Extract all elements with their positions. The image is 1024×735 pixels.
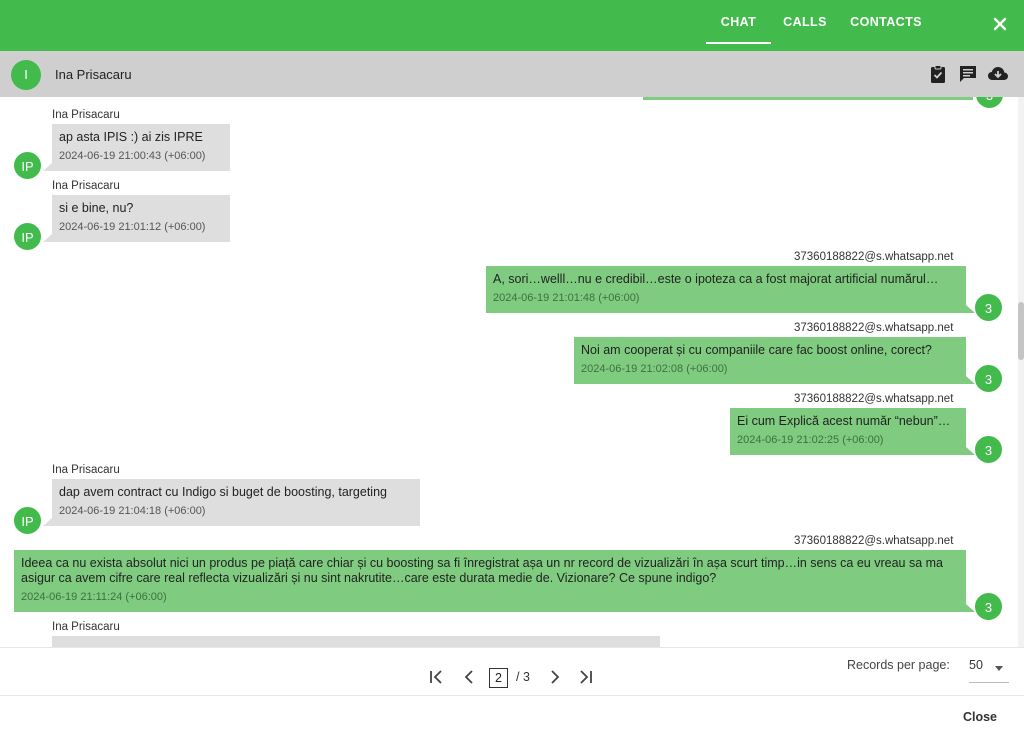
tab-chat[interactable]: CHAT [706, 0, 771, 44]
message-sender: Ina Prisacaru [52, 464, 120, 476]
message-text: dap avem contract cu Indigo si buget de … [59, 485, 387, 499]
scrollbar-track[interactable] [1018, 97, 1024, 647]
message-sender: Ina Prisacaru [52, 180, 120, 192]
message-timestamp: 2024-06-19 21:11:24 (+06:00) [21, 591, 167, 603]
message-bubble-partial [52, 636, 660, 647]
avatar: IP [13, 222, 42, 251]
avatar: 3 [974, 435, 1003, 464]
message-timestamp: 2024-06-19 21:01:12 (+06:00) [59, 221, 206, 233]
cloud-download-icon[interactable] [987, 64, 1008, 84]
avatar: 3 [974, 293, 1003, 322]
avatar: 3 [974, 592, 1003, 621]
message-sender: 37360188822@s.whatsapp.net [794, 535, 954, 547]
message-bubble: Noi am cooperat și cu companiile care fa… [574, 337, 966, 384]
next-page-icon[interactable] [545, 668, 563, 686]
avatar: IP [13, 506, 42, 535]
pagination-bar: 2 / 3 Records per page: 50 [0, 647, 1024, 695]
tab-contacts[interactable]: CONTACTS [842, 0, 930, 44]
avatar: IP [13, 151, 42, 180]
message-text: ap asta IPIS :) ai zis IPRE [59, 130, 203, 144]
message-bubble: si e bine, nu? 2024-06-19 21:01:12 (+06:… [52, 195, 230, 242]
previous-page-icon[interactable] [461, 668, 479, 686]
first-page-icon[interactable] [428, 668, 446, 686]
tab-calls[interactable]: CALLS [776, 0, 834, 44]
avatar: 3 [974, 364, 1003, 393]
dialog-footer: Close [0, 695, 1024, 735]
message-bubble: A, sori…welll…nu e credibil…este o ipote… [486, 266, 966, 313]
last-page-icon[interactable] [576, 668, 594, 686]
avatar: I [11, 60, 41, 90]
top-nav-bar: CHAT CALLS CONTACTS [0, 0, 1024, 51]
chat-dialog: CHAT CALLS CONTACTS I Ina Prisacaru Ina … [0, 0, 1024, 735]
clipboard-check-icon[interactable] [928, 64, 948, 84]
records-per-page-value: 50 [969, 658, 983, 672]
message-text: A, sori…welll…nu e credibil…este o ipote… [493, 272, 939, 286]
scrollbar-thumb[interactable] [1018, 302, 1024, 360]
message-timestamp: 2024-06-19 21:00:43 (+06:00) [59, 150, 206, 162]
message-sender: 37360188822@s.whatsapp.net [794, 322, 954, 334]
message-sender: 37360188822@s.whatsapp.net [794, 393, 954, 405]
message-timestamp: 2024-06-19 21:02:08 (+06:00) [581, 363, 728, 375]
message-sender: Ina Prisacaru [52, 109, 120, 121]
active-tab-indicator [706, 42, 771, 44]
message-text: Noi am cooperat și cu companiile care fa… [581, 343, 932, 357]
records-per-page-select[interactable]: 50 [969, 653, 1009, 683]
message-text: Ideea ca nu exista absolut nici un produ… [21, 556, 944, 585]
chat-icon[interactable] [958, 64, 978, 84]
message-timestamp: 2024-06-19 21:01:48 (+06:00) [493, 292, 640, 304]
close-icon[interactable] [986, 11, 1014, 37]
message-sender: Ina Prisacaru [52, 621, 120, 633]
message-timestamp: 2024-06-19 21:04:18 (+06:00) [59, 505, 206, 517]
bubble-tail [43, 234, 52, 242]
avatar: 3 [975, 97, 1004, 109]
message-timestamp: 2024-06-19 21:02:25 (+06:00) [737, 434, 884, 446]
message-bubble: ap asta IPIS :) ai zis IPRE 2024-06-19 2… [52, 124, 230, 171]
message-text: Ei cum Explică acest număr “nebun”… [737, 414, 951, 428]
total-pages: / 3 [516, 670, 530, 684]
message-bubble: Ideea ca nu exista absolut nici un produ… [14, 550, 966, 612]
message-sender: 37360188822@s.whatsapp.net [794, 251, 954, 263]
message-text: si e bine, nu? [59, 201, 134, 215]
current-page-input[interactable]: 2 [489, 668, 508, 688]
message-bubble: dap avem contract cu Indigo si buget de … [52, 479, 420, 526]
bubble-tail [43, 518, 52, 526]
records-per-page-label: Records per page: [847, 658, 950, 672]
chat-header: I Ina Prisacaru [0, 51, 1024, 97]
bubble-tail [43, 163, 52, 171]
chevron-down-icon [995, 666, 1003, 671]
message-bubble: Ei cum Explică acest număr “nebun”… 2024… [730, 408, 966, 455]
message-bubble-partial [643, 97, 973, 100]
contact-name: Ina Prisacaru [55, 67, 132, 82]
message-list: 3 Ina Prisacaru ap asta IPIS :) ai zis I… [0, 97, 1018, 647]
close-button[interactable]: Close [952, 710, 1008, 724]
